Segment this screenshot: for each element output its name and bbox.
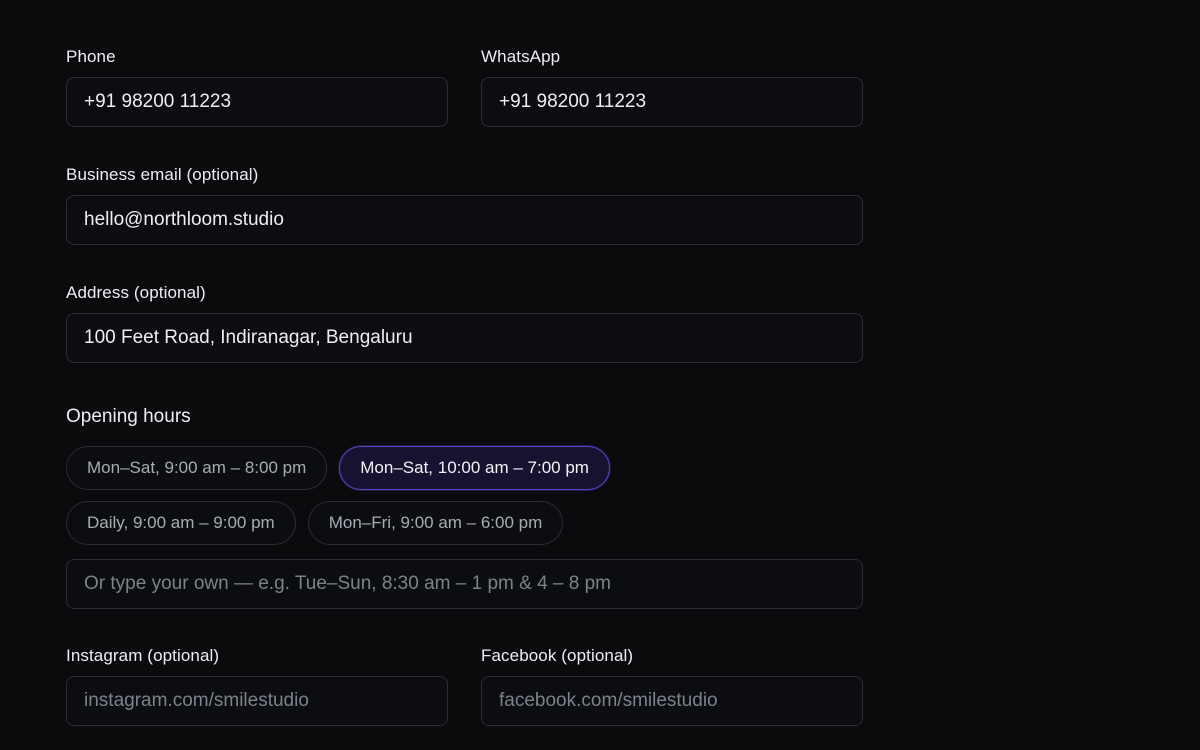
opening-hours-title: Opening hours <box>66 406 191 427</box>
whatsapp-input[interactable] <box>481 77 863 127</box>
address-label: Address (optional) <box>66 283 206 302</box>
instagram-input[interactable] <box>66 676 448 726</box>
custom-hours-wrapper <box>66 559 863 609</box>
hours-preset-chips: Mon–Sat, 9:00 am – 8:00 pm Mon–Sat, 10:0… <box>66 446 686 545</box>
address-input[interactable] <box>66 313 863 363</box>
facebook-group: Facebook (optional) <box>481 646 863 726</box>
social-row: Instagram (optional) Facebook (optional) <box>66 646 863 726</box>
opening-hours-section: Opening hours Mon–Sat, 9:00 am – 8:00 pm… <box>66 406 863 609</box>
hours-chip[interactable]: Daily, 9:00 am – 9:00 pm <box>66 501 296 545</box>
hours-chip[interactable]: Mon–Sat, 10:00 am – 7:00 pm <box>339 446 610 490</box>
phone-group: Phone <box>66 47 448 127</box>
instagram-label: Instagram (optional) <box>66 646 220 665</box>
email-group: Business email (optional) <box>66 165 863 245</box>
facebook-label: Facebook (optional) <box>481 646 634 665</box>
whatsapp-label: WhatsApp <box>481 47 561 66</box>
email-input[interactable] <box>66 195 863 245</box>
phone-row: Phone WhatsApp <box>66 47 863 127</box>
hours-chip[interactable]: Mon–Fri, 9:00 am – 6:00 pm <box>307 501 564 545</box>
whatsapp-group: WhatsApp <box>481 47 863 127</box>
phone-input[interactable] <box>66 77 448 127</box>
facebook-input[interactable] <box>481 676 863 726</box>
instagram-group: Instagram (optional) <box>66 646 448 726</box>
hours-chip[interactable]: Mon–Sat, 9:00 am – 8:00 pm <box>66 446 328 490</box>
email-label: Business email (optional) <box>66 165 259 184</box>
phone-label: Phone <box>66 47 116 66</box>
address-group: Address (optional) <box>66 283 863 363</box>
custom-hours-input[interactable] <box>66 559 863 609</box>
